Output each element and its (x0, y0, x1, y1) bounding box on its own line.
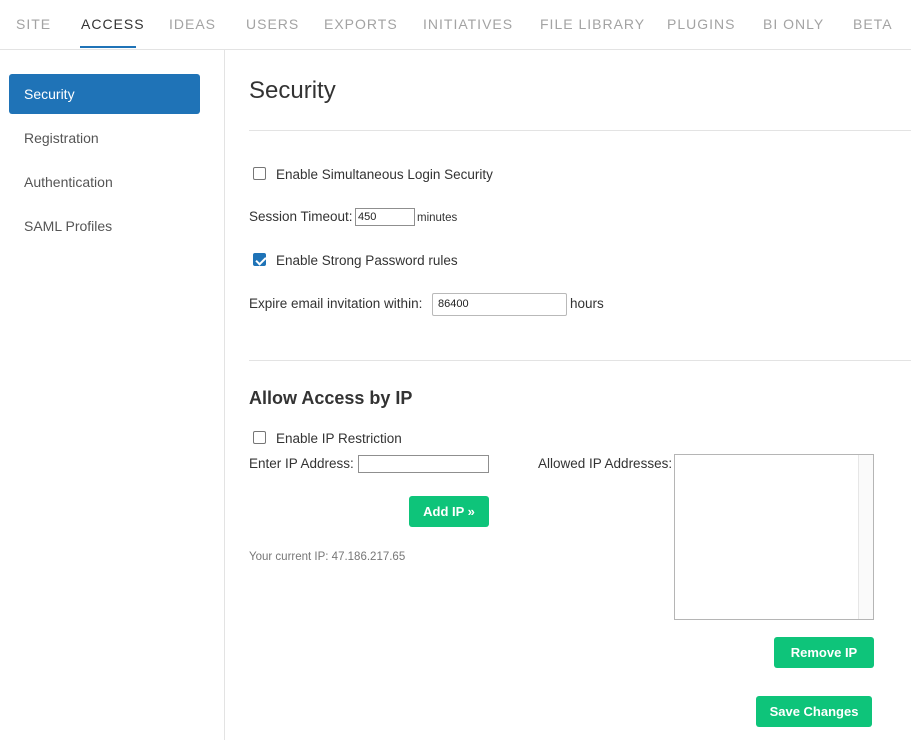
allowed-ips-label: Allowed IP Addresses: (538, 456, 673, 471)
divider (249, 360, 911, 361)
expire-invitation-label: Expire email invitation within: (249, 296, 423, 311)
strong-password-label: Enable Strong Password rules (276, 253, 458, 268)
session-timeout-label: Session Timeout: (249, 209, 353, 224)
ip-restriction-label: Enable IP Restriction (276, 431, 402, 446)
tab-site[interactable]: SITE (16, 16, 51, 32)
tab-plugins[interactable]: PLUGINS (667, 16, 735, 32)
tab-bi-only[interactable]: BI ONLY (763, 16, 824, 32)
session-timeout-input[interactable]: 450 (355, 208, 415, 226)
simultaneous-login-checkbox[interactable] (253, 167, 266, 180)
expire-invitation-unit: hours (570, 296, 604, 311)
expire-invitation-input[interactable]: 86400 (432, 293, 567, 316)
enter-ip-label: Enter IP Address: (249, 456, 354, 471)
strong-password-checkbox[interactable] (253, 253, 266, 266)
sidebar-item-security[interactable]: Security (9, 74, 200, 114)
tab-ideas[interactable]: IDEAS (169, 16, 216, 32)
tab-exports[interactable]: EXPORTS (324, 16, 398, 32)
main-content: Security Enable Simultaneous Login Secur… (225, 50, 911, 740)
listbox-scrollbar[interactable] (858, 455, 873, 619)
tab-initiatives[interactable]: INITIATIVES (423, 16, 513, 32)
sidebar-item-authentication[interactable]: Authentication (9, 162, 200, 202)
enter-ip-input[interactable] (358, 455, 489, 473)
active-tab-indicator (80, 46, 136, 48)
tab-beta[interactable]: BETA (853, 16, 893, 32)
tab-users[interactable]: USERS (246, 16, 299, 32)
sidebar: Security Registration Authentication SAM… (0, 50, 225, 740)
add-ip-button[interactable]: Add IP » (409, 496, 489, 527)
save-changes-button[interactable]: Save Changes (756, 696, 872, 727)
remove-ip-button[interactable]: Remove IP (774, 637, 874, 668)
session-timeout-unit: minutes (417, 212, 458, 224)
sidebar-item-registration[interactable]: Registration (9, 118, 200, 158)
tab-access[interactable]: ACCESS (81, 16, 145, 32)
divider (249, 130, 911, 131)
simultaneous-login-label: Enable Simultaneous Login Security (276, 167, 493, 182)
allowed-ips-listbox[interactable] (674, 454, 874, 620)
tab-file-library[interactable]: FILE LIBRARY (540, 16, 645, 32)
current-ip-text: Your current IP: 47.186.217.65 (249, 551, 406, 563)
section-title-ip-access: Allow Access by IP (249, 388, 413, 408)
ip-restriction-checkbox[interactable] (253, 431, 266, 444)
top-nav: SITE ACCESS IDEAS USERS EXPORTS INITIATI… (0, 0, 911, 50)
sidebar-item-saml-profiles[interactable]: SAML Profiles (9, 206, 200, 246)
page-title: Security (249, 77, 336, 104)
